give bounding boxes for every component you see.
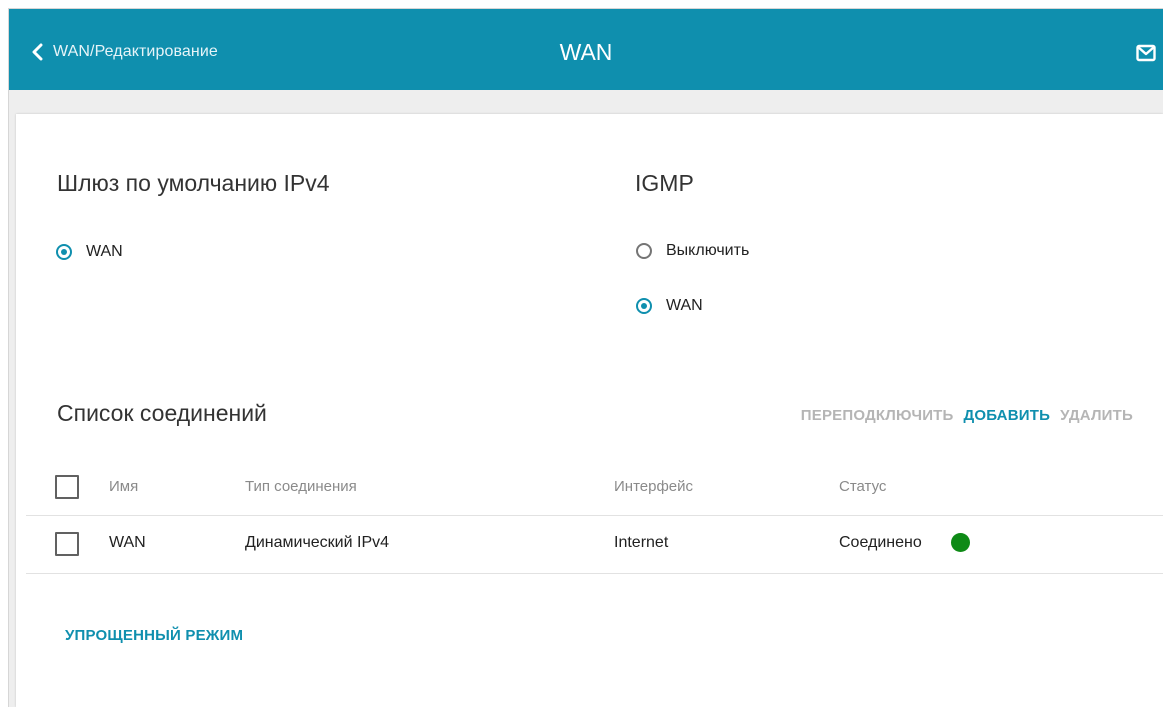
radio-button-selected[interactable] <box>56 244 72 260</box>
table-divider <box>26 515 1163 516</box>
radio-button[interactable] <box>636 243 652 259</box>
radio-label: WAN <box>666 297 703 314</box>
igmp-option-off[interactable]: Выключить <box>636 242 749 260</box>
cell-type: Динамический IPv4 <box>245 534 390 551</box>
column-header-type: Тип соединения <box>245 478 357 495</box>
mail-button[interactable] <box>1136 44 1156 62</box>
gateway-title: Шлюз по умолчанию IPv4 <box>57 170 330 196</box>
cell-status: Соединено <box>839 534 922 551</box>
table-divider <box>26 573 1163 574</box>
select-all-checkbox[interactable] <box>55 475 79 499</box>
row-checkbox[interactable] <box>55 532 79 556</box>
header-bar: WAN/Редактирование WAN <box>9 9 1163 90</box>
gateway-option-wan[interactable]: WAN <box>56 243 123 261</box>
radio-button-selected[interactable] <box>636 298 652 314</box>
radio-label: WAN <box>86 243 123 260</box>
page: WAN/Редактирование WAN Шлюз по умолчанию… <box>0 0 1163 707</box>
simple-mode-link[interactable]: УПРОЩЕННЫЙ РЕЖИМ <box>65 627 243 644</box>
column-header-name: Имя <box>109 478 139 495</box>
radio-label: Выключить <box>666 242 750 259</box>
status-indicator <box>951 533 970 552</box>
cell-name: WAN <box>109 534 146 551</box>
cell-interface: Internet <box>614 534 669 551</box>
igmp-title: IGMP <box>635 170 694 196</box>
reconnect-button[interactable]: ПЕРЕПОДКЛЮЧИТЬ <box>801 407 954 424</box>
add-button[interactable]: ДОБАВИТЬ <box>964 407 1051 424</box>
connections-actions: ПЕРЕПОДКЛЮЧИТЬ ДОБАВИТЬ УДАЛИТЬ <box>801 407 1133 424</box>
delete-button[interactable]: УДАЛИТЬ <box>1060 407 1133 424</box>
mail-icon <box>1136 44 1156 66</box>
column-header-status: Статус <box>839 478 887 495</box>
column-header-interface: Интерфейс <box>614 478 694 495</box>
main-card: Шлюз по умолчанию IPv4 WAN IGMP Выключит… <box>16 114 1163 707</box>
page-title: WAN <box>559 39 613 65</box>
igmp-option-wan[interactable]: WAN <box>636 297 703 315</box>
connections-title: Список соединений <box>57 400 267 426</box>
